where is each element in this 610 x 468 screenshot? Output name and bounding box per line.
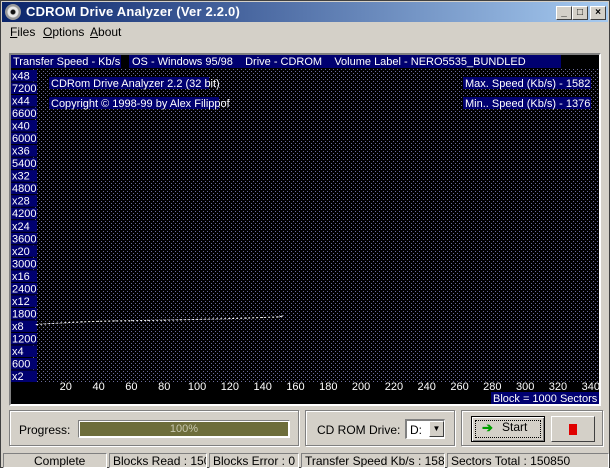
x-tick-label: 280 <box>483 381 501 393</box>
copyright: Copyright © 1998-99 by Alex Filippof <box>51 98 231 110</box>
y-tick-label: x36 <box>12 146 30 158</box>
window-title: CDROM Drive Analyzer (Ver 2.2.0) <box>26 4 240 19</box>
x-tick-label: 200 <box>352 381 370 393</box>
start-button[interactable]: ➔ Start <box>471 416 545 442</box>
close-button[interactable]: × <box>590 6 606 20</box>
y-tick-label: 5400 <box>12 158 36 170</box>
maximize-button[interactable]: □ <box>572 6 588 20</box>
speed-point <box>81 321 83 323</box>
y-tick-label: x16 <box>12 271 30 283</box>
y-tick-label: x40 <box>12 121 30 133</box>
drive-info: OS - Windows 95/98 Drive - CDROM Volume … <box>132 56 526 68</box>
drive-label: CD ROM Drive: <box>317 423 401 437</box>
x-tick-label: 220 <box>385 381 403 393</box>
y-tick-label: 4800 <box>12 183 36 195</box>
speed-point <box>196 318 198 320</box>
speed-point <box>278 316 280 318</box>
app-name: CDRom Drive Analyzer 2.2 (32 bit) <box>51 78 220 90</box>
chevron-down-icon[interactable]: ▼ <box>429 421 444 437</box>
x-tick-label: 20 <box>60 381 72 393</box>
stop-square-icon <box>569 424 577 435</box>
x-tick-label: 120 <box>221 381 239 393</box>
x-tick-label: 40 <box>92 381 104 393</box>
menu-files[interactable]: Files <box>10 25 35 39</box>
plot-title: Transfer Speed - Kb/s <box>13 56 121 68</box>
start-label: Start <box>502 420 528 434</box>
x-tick-label: 180 <box>319 381 337 393</box>
cd-disc-icon[interactable] <box>5 4 21 20</box>
x-tick-label: 320 <box>549 381 567 393</box>
y-tick-label: 2400 <box>12 283 36 295</box>
speed-point <box>48 323 50 325</box>
title-bar[interactable]: CDROM Drive Analyzer (Ver 2.2.0) _ □ × <box>2 2 608 22</box>
app-window: CDROM Drive Analyzer (Ver 2.2.0) _ □ × F… <box>0 0 610 468</box>
y-tick-label: x20 <box>12 246 30 258</box>
y-tick-label: 3000 <box>12 258 36 270</box>
y-tick-label: x28 <box>12 196 30 208</box>
speed-plot-panel: Transfer Speed - Kb/s OS - Windows 95/98… <box>9 53 601 406</box>
speed-point <box>180 319 182 321</box>
speed-point <box>35 324 37 326</box>
y-tick-label: x44 <box>12 96 30 108</box>
y-tick-label: 1200 <box>12 333 36 345</box>
menu-bar: Files Options About <box>2 23 608 41</box>
minimize-button[interactable]: _ <box>556 6 572 20</box>
block-note: Block = 1000 Sectors <box>493 393 598 404</box>
speed-point <box>65 322 67 324</box>
menu-about[interactable]: About <box>90 25 121 39</box>
y-tick-label: x2 <box>12 371 24 383</box>
progress-bar: 100% <box>78 420 290 438</box>
x-tick-label: 260 <box>450 381 468 393</box>
arrow-right-icon: ➔ <box>482 420 493 435</box>
speed-point <box>147 319 149 321</box>
speed-point <box>229 318 231 320</box>
x-tick-label: 240 <box>418 381 436 393</box>
y-tick-label: 3600 <box>12 233 36 245</box>
y-tick-label: x12 <box>12 296 30 308</box>
min-speed: Min.. Speed (Kb/s) - 1376 <box>465 98 590 110</box>
y-tick-label: x8 <box>12 321 24 333</box>
x-tick-label: 340 <box>582 381 599 393</box>
drive-select[interactable]: D: ▼ <box>405 419 445 439</box>
speed-point <box>245 317 247 319</box>
speed-point <box>281 315 283 317</box>
x-tick-label: 160 <box>286 381 304 393</box>
speed-chart: Transfer Speed - Kb/s OS - Windows 95/98… <box>11 55 599 404</box>
progress-label: Progress: <box>19 423 71 437</box>
status-blocks-error: Blocks Error : 0 <box>209 453 299 468</box>
speed-point <box>212 318 214 320</box>
y-tick-label: x32 <box>12 171 30 183</box>
y-tick-label: 7200 <box>12 83 36 95</box>
x-tick-label: 80 <box>158 381 170 393</box>
y-tick-label: x48 <box>12 71 30 83</box>
speed-point <box>163 319 165 321</box>
y-tick-label: 6000 <box>12 133 36 145</box>
status-blocks-read: Blocks Read : 150 <box>109 453 207 468</box>
y-tick-labels: x487200x446600x406000x365400x324800x2842… <box>11 70 37 383</box>
y-tick-label: 1800 <box>12 308 36 320</box>
max-speed: Max. Speed (Kb/s) - 1582 <box>465 78 590 90</box>
status-state: Complete <box>3 453 107 468</box>
y-tick-label: x4 <box>12 346 24 358</box>
x-tick-label: 140 <box>254 381 272 393</box>
progress-text: 100% <box>169 423 199 435</box>
x-tick-label: 60 <box>125 381 137 393</box>
y-tick-label: 6600 <box>12 108 36 120</box>
plot-grid <box>33 69 599 382</box>
speed-point <box>98 320 100 322</box>
status-transfer-speed: Transfer Speed Kb/s : 1581 <box>301 453 445 468</box>
x-tick-label: 300 <box>516 381 534 393</box>
y-tick-label: 4200 <box>12 208 36 220</box>
speed-point <box>130 320 132 322</box>
menu-options[interactable]: Options <box>43 25 84 39</box>
y-tick-label: 600 <box>12 358 30 370</box>
x-tick-label: 100 <box>188 381 206 393</box>
stop-button[interactable] <box>551 416 595 442</box>
drive-value: D: <box>410 423 422 437</box>
speed-point <box>114 320 116 322</box>
y-tick-label: x24 <box>12 221 30 233</box>
status-sectors-total: Sectors Total : 150850 <box>447 453 609 468</box>
speed-point <box>262 317 264 319</box>
